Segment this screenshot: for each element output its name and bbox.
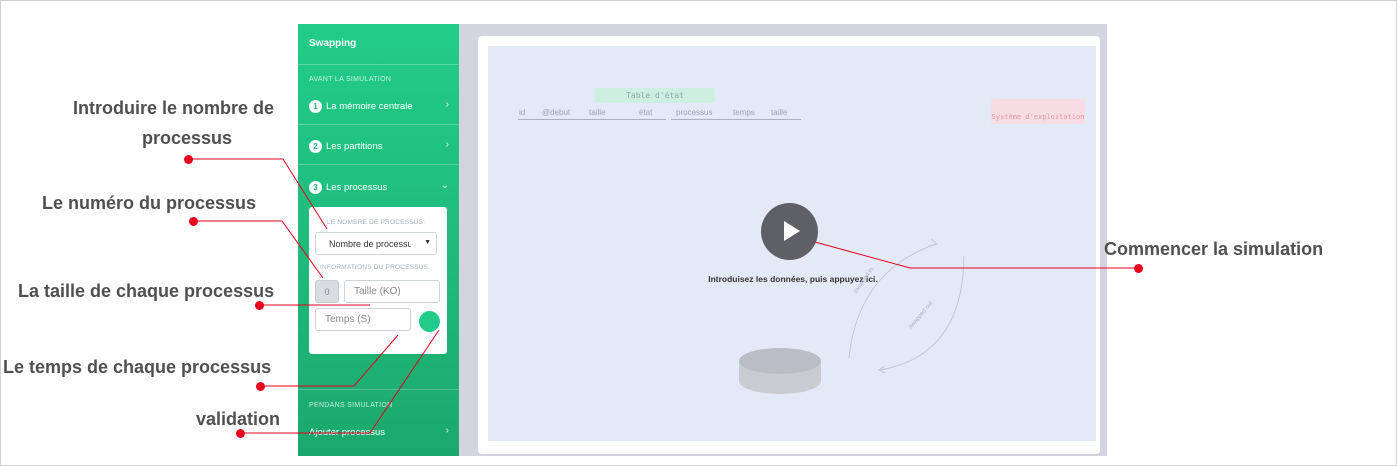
table-header-temps: temps xyxy=(733,108,755,117)
chevron-right-icon: › xyxy=(445,139,449,150)
table-header-taille-2: taille xyxy=(771,108,788,117)
swap-out-label: swapped out xyxy=(908,300,935,330)
annotation-nb-processus-line2: processus xyxy=(142,128,233,148)
sidebar-item-label: Les partitions xyxy=(326,140,383,152)
annotation-marker xyxy=(236,429,245,438)
table-header-id: id xyxy=(519,108,526,117)
chevron-right-icon: › xyxy=(445,425,449,436)
process-number-field: 0 xyxy=(315,280,339,303)
divider xyxy=(298,64,459,65)
arrow-head-icon xyxy=(928,238,939,247)
annotation-taille: La taille de chaque processus xyxy=(18,281,275,301)
table-header-taille: taille xyxy=(589,108,606,117)
divider xyxy=(298,389,459,390)
table-header-processus: processus xyxy=(676,108,713,117)
disk-icon xyxy=(739,348,821,374)
select-value: Nombre de processus xyxy=(329,238,411,249)
table-divider xyxy=(671,119,801,120)
os-block: Système d'exploitation xyxy=(991,99,1085,124)
sidebar-item-ajouter-processus[interactable]: Ajouter processus › xyxy=(309,424,449,440)
state-table-title: Table d'état xyxy=(595,88,715,103)
swapping-app: Swapping AVANT LA SIMULATION 1 La mémoir… xyxy=(298,24,1107,456)
chevron-down-icon: ⌄ xyxy=(440,180,449,191)
annotation-nb-processus-line1: Introduire le nombre de xyxy=(73,98,275,118)
annotation-temps: Le temps de chaque processus xyxy=(3,357,272,377)
sidebar-item-label: La mémoire centrale xyxy=(326,100,413,112)
nb-processus-label: LE NOMBRE DE PROCESSUS: xyxy=(327,219,426,226)
annotation-marker xyxy=(255,301,264,310)
annotation-commencer: Commencer la simulation xyxy=(1104,239,1324,259)
section-during-simulation: PENDANS SIMULATION xyxy=(309,402,393,409)
table-divider xyxy=(518,119,666,120)
sidebar-item-memoire-centrale[interactable]: 1 La mémoire centrale › xyxy=(309,98,449,114)
annotation-validation: validation xyxy=(196,409,281,429)
step-number-badge: 1 xyxy=(309,99,322,113)
info-processus-label: INFORMATIONS DU PROCESSUS: xyxy=(320,264,431,271)
sidebar: Swapping AVANT LA SIMULATION 1 La mémoir… xyxy=(298,24,459,456)
app-title: Swapping xyxy=(309,38,357,49)
sidebar-item-label: Ajouter processus xyxy=(309,426,386,438)
nb-processus-select[interactable]: Nombre de processus ▼ xyxy=(315,232,437,255)
time-input[interactable]: Temps (S) xyxy=(315,308,411,331)
annotation-marker xyxy=(189,217,198,226)
annotation-marker xyxy=(184,155,193,164)
simulation-canvas: Table d'état id @debut taille état proce… xyxy=(488,46,1096,441)
table-header-etat: état xyxy=(639,108,653,117)
table-header-debut: @debut xyxy=(542,108,571,117)
annotation-numero: Le numéro du processus xyxy=(42,193,257,213)
sidebar-item-partitions[interactable]: 2 Les partitions › xyxy=(309,138,449,154)
validate-button[interactable] xyxy=(419,311,440,332)
step-number-badge: 2 xyxy=(309,139,322,153)
annotation-marker xyxy=(1134,264,1143,273)
sidebar-item-processus[interactable]: 3 Les processus ⌄ xyxy=(309,179,449,195)
section-before-simulation: AVANT LA SIMULATION xyxy=(309,76,392,83)
swap-diagram: swapped in swapped out xyxy=(739,238,965,394)
divider xyxy=(298,164,459,165)
step-number-badge: 3 xyxy=(309,180,322,194)
process-form-panel: LE NOMBRE DE PROCESSUS: Nombre de proces… xyxy=(309,207,447,354)
chevron-right-icon: › xyxy=(445,99,449,110)
divider xyxy=(298,124,459,125)
annotation-marker xyxy=(256,382,265,391)
main-card: Table d'état id @debut taille état proce… xyxy=(478,36,1100,454)
size-input[interactable]: Taille (KO) xyxy=(344,280,440,303)
caret-down-icon: ▼ xyxy=(424,239,431,246)
sidebar-item-label: Les processus xyxy=(326,181,388,193)
swap-in-arrow xyxy=(848,243,937,359)
